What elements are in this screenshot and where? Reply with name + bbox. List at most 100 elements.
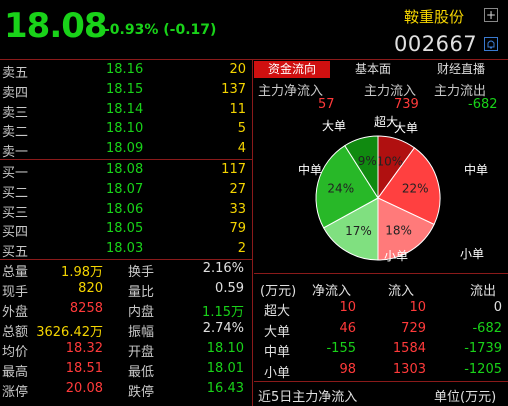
ask-label: 卖五 bbox=[2, 66, 29, 81]
stat-value: 3626.42万 bbox=[36, 325, 103, 340]
ask-volume: 11 bbox=[229, 101, 246, 117]
ask-volume: 137 bbox=[221, 81, 246, 97]
stat-value: 820 bbox=[78, 281, 103, 296]
stat-value: 16.43 bbox=[206, 381, 244, 396]
stat-label: 总额 bbox=[2, 325, 29, 340]
stat-label: 最低 bbox=[128, 365, 155, 380]
stat-value: 18.01 bbox=[206, 361, 244, 376]
ask-label: 卖一 bbox=[2, 145, 29, 161]
five-day-flow-label: 近5日主力净流入 bbox=[258, 390, 358, 405]
bid-price: 18.07 bbox=[106, 181, 144, 197]
flow-table-header-cell: 净流入 bbox=[312, 284, 352, 299]
tab-capital-flow[interactable]: 资金流向 bbox=[254, 61, 330, 78]
bid-label: 买二 bbox=[2, 185, 29, 201]
stat-value: 20.08 bbox=[65, 381, 103, 396]
stat-value: 2.16% bbox=[202, 261, 244, 276]
flow-table-row: 小单 98 1303 -1205 bbox=[258, 360, 506, 381]
flow-table-row: 超大 10 10 0 bbox=[258, 298, 506, 319]
plus-icon[interactable]: + bbox=[484, 8, 498, 22]
pie-slice-percent: 17% bbox=[345, 224, 372, 238]
ask-row[interactable]: 卖二 18.10 5 bbox=[0, 119, 250, 141]
bid-price: 18.06 bbox=[106, 201, 144, 217]
flow-out: 0 bbox=[493, 300, 502, 315]
tab-fundamentals[interactable]: 基本面 bbox=[330, 61, 416, 78]
stat-value: 0.59 bbox=[215, 281, 244, 296]
flow-table-header: (万元) 净流入 流入 流出 bbox=[258, 278, 506, 299]
stat-value: 18.10 bbox=[206, 341, 244, 356]
ask-label: 卖三 bbox=[2, 105, 29, 121]
bid-price: 18.03 bbox=[106, 241, 144, 257]
flow-net: -155 bbox=[326, 341, 356, 356]
bid-label: 买三 bbox=[2, 205, 29, 221]
pie-slice-percent: 10% bbox=[377, 154, 404, 168]
stat-label: 总量 bbox=[2, 265, 29, 280]
bid-volume: 117 bbox=[221, 162, 246, 177]
pie-category-label: 大单 bbox=[394, 121, 418, 135]
bid-volume: 33 bbox=[229, 201, 246, 217]
flow-in: 10 bbox=[409, 300, 426, 315]
stat-value: 18.32 bbox=[65, 341, 103, 356]
main-inflow-value: 739 bbox=[394, 97, 419, 112]
ask-row[interactable]: 卖四 18.15 137 bbox=[0, 80, 250, 101]
price-change: -0.93% (-0.17) bbox=[104, 22, 217, 38]
ask-price: 18.15 bbox=[106, 81, 144, 97]
pie-slice-percent: 24% bbox=[327, 181, 354, 195]
flow-out: -1739 bbox=[464, 341, 502, 356]
bid-row[interactable]: 买五 18.03 2 bbox=[0, 239, 250, 261]
capital-flow-pie-chart: 10%22%18%17%24%9%超大大单中单小单小单中单大单 bbox=[298, 114, 488, 263]
flow-category: 超大 bbox=[264, 304, 291, 319]
pie-slice-percent: 22% bbox=[402, 181, 429, 195]
ask-row[interactable]: 卖一 18.09 4 bbox=[0, 139, 250, 161]
stat-label: 量比 bbox=[128, 285, 155, 300]
bid-volume: 27 bbox=[229, 181, 246, 197]
bid-row[interactable]: 买四 18.05 79 bbox=[0, 219, 250, 240]
flow-category: 大单 bbox=[264, 324, 291, 340]
flow-out: -1205 bbox=[464, 361, 502, 377]
stock-name[interactable]: 鞍重股份 bbox=[404, 6, 464, 27]
flow-in: 729 bbox=[401, 320, 426, 336]
pie-category-label: 中单 bbox=[464, 162, 488, 177]
ask-price: 18.10 bbox=[106, 121, 144, 137]
stat-label: 最高 bbox=[2, 365, 29, 380]
bid-label: 买一 bbox=[2, 166, 29, 181]
main-outflow-value: -682 bbox=[468, 97, 498, 112]
main-net-inflow-label: 主力净流入 bbox=[258, 84, 324, 99]
flow-table-row: 中单 -155 1584 -1739 bbox=[258, 339, 506, 360]
bid-row[interactable]: 买三 18.06 33 bbox=[0, 200, 250, 221]
stat-label: 均价 bbox=[2, 345, 29, 360]
ask-row[interactable]: 卖三 18.14 11 bbox=[0, 100, 250, 121]
bell-icon[interactable] bbox=[484, 37, 498, 51]
ask-price: 18.14 bbox=[106, 101, 144, 117]
stat-label: 涨停 bbox=[2, 385, 29, 400]
stat-label: 外盘 bbox=[2, 305, 29, 320]
flow-out: -682 bbox=[472, 320, 502, 336]
pie-slice-percent: 18% bbox=[385, 223, 412, 237]
flow-table-header-cell: 流入 bbox=[388, 284, 415, 299]
bid-row[interactable]: 买二 18.07 27 bbox=[0, 180, 250, 201]
ask-label: 卖二 bbox=[2, 125, 29, 141]
pie-slice-percent: 9% bbox=[358, 154, 377, 168]
current-price: 18.08 bbox=[4, 6, 108, 46]
flow-table-header-cell: 流出 bbox=[470, 284, 497, 299]
flow-category: 中单 bbox=[264, 345, 291, 360]
stat-value: 1.15万 bbox=[202, 305, 244, 320]
flow-table-row: 大单 46 729 -682 bbox=[258, 319, 506, 340]
ask-price: 18.16 bbox=[106, 62, 144, 77]
tab-live[interactable]: 财经直播 bbox=[416, 61, 506, 78]
stat-label: 振幅 bbox=[128, 325, 155, 340]
stat-value: 1.98万 bbox=[61, 265, 103, 280]
flow-net: 46 bbox=[339, 320, 356, 336]
stat-value: 18.51 bbox=[65, 361, 103, 376]
stock-code: 002667 bbox=[394, 32, 478, 56]
bid-price: 18.08 bbox=[106, 162, 144, 177]
bid-volume: 2 bbox=[237, 241, 246, 257]
bid-row[interactable]: 买一 18.08 117 bbox=[0, 160, 250, 181]
pie-category-label: 小单 bbox=[460, 247, 484, 261]
ask-label: 卖四 bbox=[2, 85, 29, 101]
flow-net: 10 bbox=[339, 300, 356, 315]
stat-label: 跌停 bbox=[128, 385, 155, 400]
bid-volume: 79 bbox=[229, 221, 246, 237]
unit-label: 单位(万元) bbox=[434, 390, 497, 405]
bid-label: 买五 bbox=[2, 245, 29, 261]
ask-row[interactable]: 卖五 18.16 20 bbox=[0, 60, 250, 81]
